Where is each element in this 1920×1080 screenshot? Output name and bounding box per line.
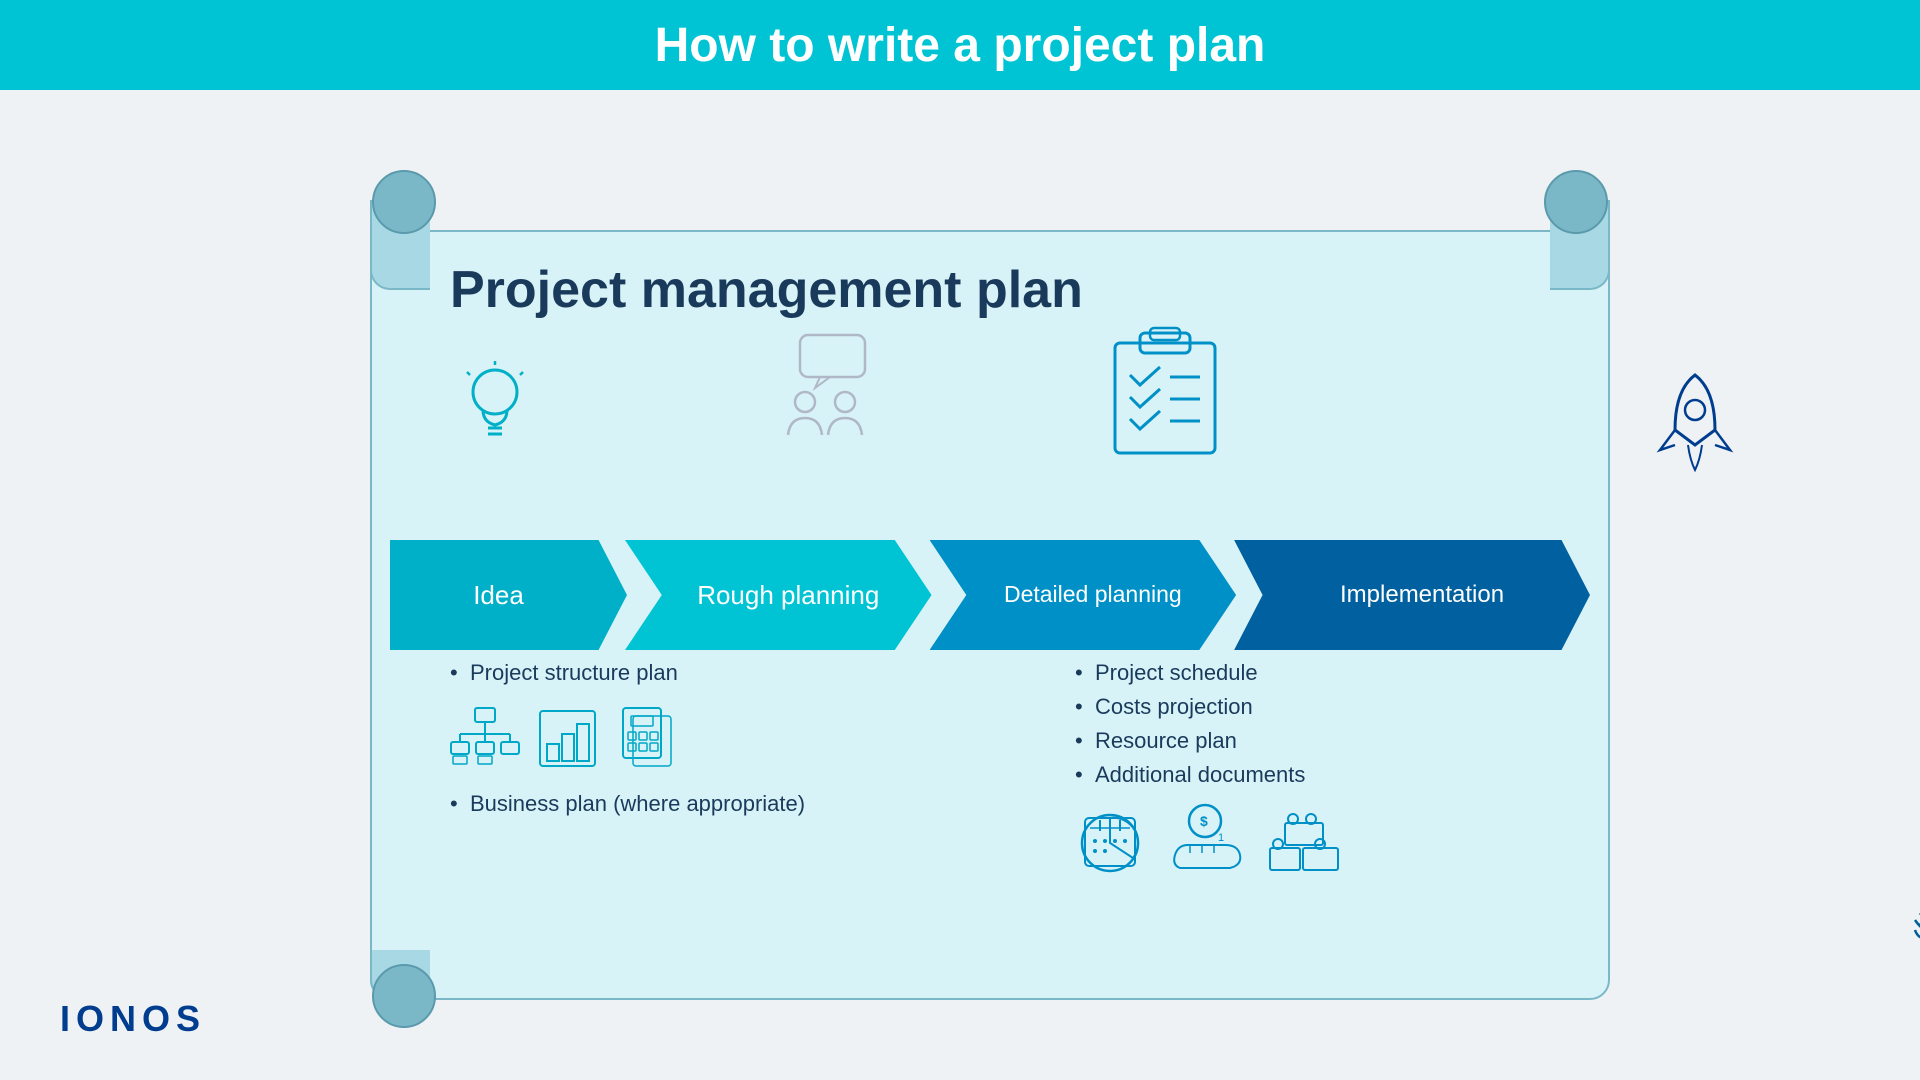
money-hand-icon: $ 1 bbox=[1170, 803, 1250, 878]
header-bar: How to write a project plan bbox=[0, 0, 1920, 90]
discussion-icon bbox=[770, 330, 900, 445]
arrow-row: Idea Rough planning Detailed planning Im… bbox=[390, 540, 1590, 650]
svg-text:$: $ bbox=[1200, 813, 1208, 829]
calendar-clock-icon bbox=[1075, 803, 1155, 878]
main-content: IONOS bbox=[0, 90, 1920, 1080]
handshake-icon bbox=[1910, 855, 1920, 970]
rough-planning-content: Project structure plan bbox=[450, 660, 965, 898]
rough-planning-icons bbox=[450, 706, 965, 771]
rough-planning-list-2: Business plan (where appropriate) bbox=[450, 791, 965, 817]
arrow-implementation: Implementation bbox=[1234, 540, 1590, 650]
detailed-planning-list: Project schedule Costs projection Resour… bbox=[1075, 660, 1590, 788]
arrow-rough-planning: Rough planning bbox=[625, 540, 932, 650]
detailed-planning-icons: $ 1 bbox=[1075, 803, 1590, 878]
arrow-idea: Idea bbox=[390, 540, 627, 650]
rough-item-1: Project structure plan bbox=[450, 660, 965, 686]
rough-item-2: Business plan (where appropriate) bbox=[450, 791, 965, 817]
svg-text:1: 1 bbox=[1218, 832, 1224, 844]
detailed-item-2: Costs projection bbox=[1075, 694, 1590, 720]
detailed-item-1: Project schedule bbox=[1075, 660, 1590, 686]
detailed-item-3: Resource plan bbox=[1075, 728, 1590, 754]
detailed-item-4: Additional documents bbox=[1075, 762, 1590, 788]
document-icon bbox=[615, 706, 680, 771]
plan-title: Project management plan bbox=[450, 260, 1083, 320]
lightbulb-icon bbox=[455, 360, 535, 455]
curl-top-right bbox=[1550, 200, 1610, 290]
curl-top-left bbox=[370, 200, 430, 290]
page-title: How to write a project plan bbox=[655, 18, 1266, 73]
org-chart-icon bbox=[450, 706, 520, 771]
content-area: Project structure plan bbox=[450, 660, 1590, 898]
arrow-detailed-planning: Detailed planning bbox=[930, 540, 1237, 650]
scroll-container: Project management plan bbox=[310, 170, 1610, 1000]
blocks-icon bbox=[1265, 803, 1345, 878]
painting-icon bbox=[0, 835, 10, 950]
rocket-icon bbox=[1650, 370, 1740, 485]
ionos-logo: IONOS bbox=[60, 998, 206, 1040]
hierarchy-icon bbox=[535, 706, 600, 771]
rough-planning-list: Project structure plan bbox=[450, 660, 965, 686]
curl-bottom-left bbox=[370, 950, 430, 1000]
detailed-planning-content: Project schedule Costs projection Resour… bbox=[1075, 660, 1590, 898]
clipboard-icon bbox=[1110, 325, 1220, 460]
